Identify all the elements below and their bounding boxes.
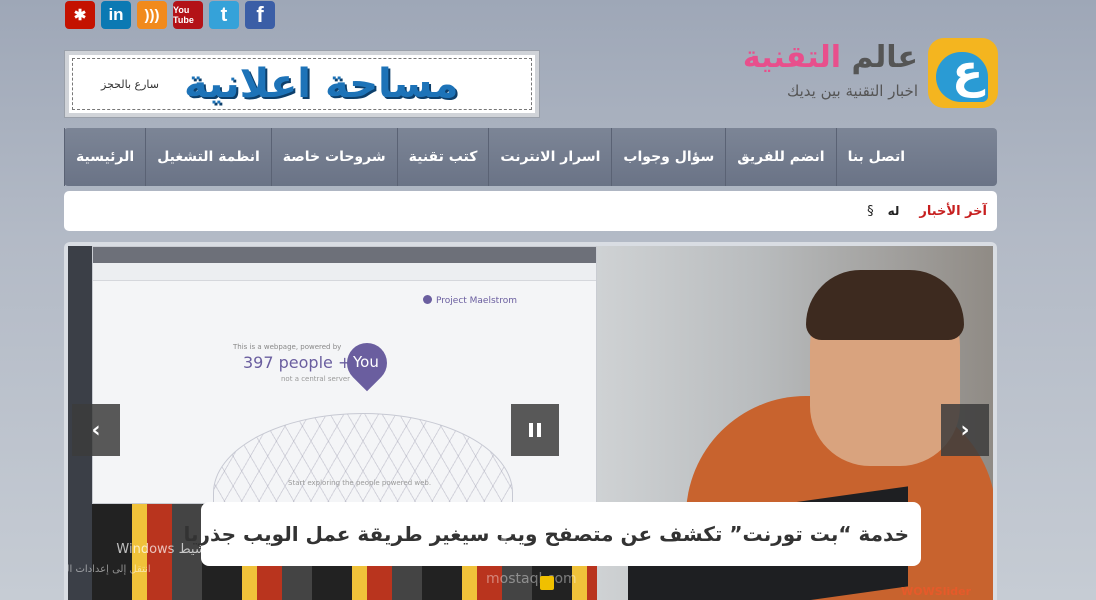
slider-pause-button[interactable] [511,404,559,456]
site-logo[interactable]: ع عالم التقنية اخبار التقنية بين يديك [743,38,998,112]
nav-item-internet-secrets[interactable]: اسرار الانترنت [488,128,611,186]
windows-activation-text: انتقل إلى إعدادات الكمبيوتر لتنشيط [68,564,151,575]
nav-item-contact[interactable]: اتصل بنا [835,128,916,186]
linkedin-icon[interactable]: in [101,1,131,29]
nav-item-join-team[interactable]: انضم للفريق [725,128,835,186]
logo-subtitle: اخبار التقنية بين يديك [786,82,918,100]
ticker-symbol: § [867,203,874,219]
screen-small-text: This is a webpage, powered by [233,343,342,351]
logo-glyph: ع [952,44,984,98]
screen-you-label: You [353,353,379,371]
ticker-label: آخر الأخبار [919,203,987,219]
logo-title-main: عالم [841,40,918,75]
windows-activation-title: تنشيط Windows [116,542,214,557]
ad-small-text: سارع بالحجز [101,77,159,91]
screen-note: not a central server [281,375,351,383]
ticker-item[interactable]: له [888,204,900,218]
social-links: ✱ in ))) You Tube t f [65,1,275,29]
ad-banner[interactable]: سارع بالحجز مساحة اعلانية [64,50,540,118]
browser-urlbar [93,263,596,281]
watermark-logo: مستقل [483,533,593,568]
nav-item-qa[interactable]: سؤال وجواب [611,128,725,186]
nav-item-operating-systems[interactable]: انظمة التشغيل [145,128,271,186]
twitter-icon[interactable]: t [209,1,239,29]
nav-item-tech-books[interactable]: كتب تقنية [396,128,489,186]
featured-slider: Project Maelstrom This is a webpage, pow… [64,242,997,600]
slider-prev-button[interactable]: ‹ [72,404,120,456]
browser-screenshot: Project Maelstrom This is a webpage, pow… [92,246,597,573]
browser-titlebar [93,247,596,263]
ad-headline: مساحة اعلانية [184,61,459,107]
slider-next-button[interactable]: › [941,404,989,456]
main-nav: الرئيسية انظمة التشغيل شروحات خاصة كتب ت… [64,128,997,186]
logo-title-accent: التقنية [742,40,841,75]
wowslider-credit: WOWSlider [901,585,971,598]
nav-item-home[interactable]: الرئيسية [64,128,145,186]
youtube-icon[interactable]: You Tube [173,1,203,29]
facebook-icon[interactable]: f [245,1,275,29]
screen-explore-text: Start exploring the people powered web. [288,479,432,487]
news-ticker: آخر الأخبار له § [64,191,997,231]
pause-bar-icon [529,423,533,437]
nav-item-tutorials[interactable]: شروحات خاصة [270,128,397,186]
slide-image[interactable]: Project Maelstrom This is a webpage, pow… [68,246,993,600]
yelp-icon[interactable]: ✱ [65,1,95,29]
person-hair [806,270,964,340]
pause-bar-icon [537,423,541,437]
logo-mark-icon: ع [928,38,998,108]
slider-dot[interactable] [540,576,554,590]
screen-people-count: 397 people + [243,353,352,372]
project-maelstrom-logo: Project Maelstrom [423,295,517,306]
logo-title: عالم التقنية [743,40,918,75]
watermark-url: mostaql.com [486,571,577,587]
rss-icon[interactable]: ))) [137,1,167,29]
